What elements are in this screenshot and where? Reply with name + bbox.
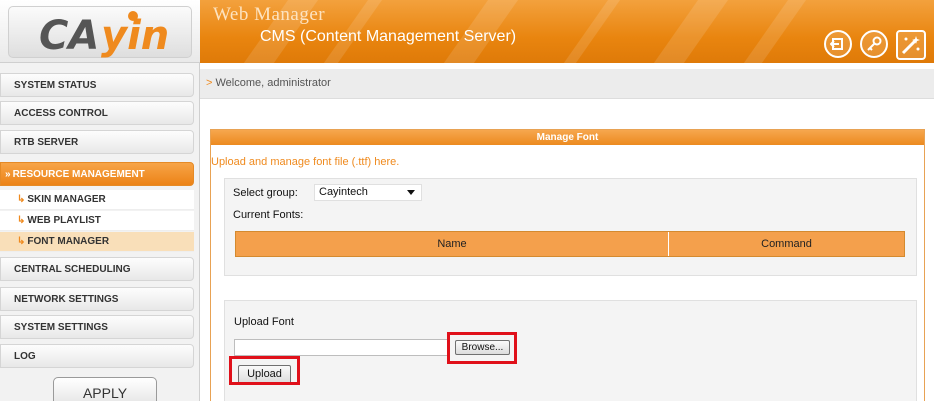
sidebar-subitem-font-manager[interactable]: ↳ FONT MANAGER bbox=[0, 232, 194, 252]
sub-arrow-icon: ↳ bbox=[17, 215, 26, 226]
sidebar-item-central-scheduling[interactable]: CENTRAL SCHEDULING bbox=[0, 257, 194, 281]
column-header-command: Command bbox=[669, 232, 904, 256]
logo-area: CA yin bbox=[0, 0, 200, 63]
cayin-logo: CA yin bbox=[39, 11, 169, 59]
manage-font-panel: Manage Font Upload and manage font file … bbox=[210, 129, 925, 401]
sidebar-item-log[interactable]: LOG bbox=[0, 344, 194, 368]
group-select-value: Cayintech bbox=[319, 186, 368, 198]
sub-arrow-icon: ↳ bbox=[17, 194, 26, 205]
upload-font-label: Upload Font bbox=[234, 316, 294, 328]
sidebar-subitem-skin-manager[interactable]: ↳ SKIN MANAGER bbox=[0, 190, 194, 210]
current-fonts-label: Current Fonts: bbox=[233, 209, 304, 221]
apply-button[interactable]: APPLY bbox=[53, 377, 157, 401]
sidebar-item-system-settings[interactable]: SYSTEM SETTINGS bbox=[0, 315, 194, 339]
sidebar: SYSTEM STATUS ACCESS CONTROL RTB SERVER … bbox=[0, 63, 200, 401]
wizard-icon[interactable] bbox=[896, 30, 926, 60]
upload-font-section: Upload Font Browse... Upload bbox=[224, 300, 917, 401]
select-group-label: Select group: bbox=[233, 187, 298, 199]
sidebar-subitem-web-playlist[interactable]: ↳ WEB PLAYLIST bbox=[0, 211, 194, 231]
header-banner: Web Manager CMS (Content Management Serv… bbox=[200, 0, 934, 63]
fonts-table-header: Name Command bbox=[235, 231, 905, 257]
font-file-input[interactable] bbox=[234, 339, 450, 356]
panel-title: Manage Font bbox=[211, 130, 924, 145]
sidebar-item-network-settings[interactable]: NETWORK SETTINGS bbox=[0, 287, 194, 311]
sub-arrow-icon: ↳ bbox=[17, 236, 26, 247]
sidebar-item-system-status[interactable]: SYSTEM STATUS bbox=[0, 73, 194, 97]
sidebar-item-access-control[interactable]: ACCESS CONTROL bbox=[0, 101, 194, 125]
panel-description: Upload and manage font file (.ttf) here. bbox=[211, 156, 400, 168]
svg-text:CA: CA bbox=[39, 13, 99, 59]
group-select[interactable]: Cayintech bbox=[314, 184, 422, 201]
app-subtitle: CMS (Content Management Server) bbox=[260, 28, 517, 45]
header-icons bbox=[824, 30, 926, 60]
sidebar-item-resource-management[interactable]: » RESOURCE MANAGEMENT bbox=[0, 162, 194, 186]
logout-icon[interactable] bbox=[824, 30, 852, 58]
password-key-icon[interactable] bbox=[860, 30, 888, 58]
breadcrumb-chevron-icon: > bbox=[206, 77, 213, 89]
column-header-name: Name bbox=[236, 232, 669, 256]
active-arrow-icon: » bbox=[5, 169, 11, 180]
chevron-down-icon bbox=[407, 190, 415, 195]
sidebar-item-rtb-server[interactable]: RTB SERVER bbox=[0, 130, 194, 154]
welcome-bar: > Welcome, administrator bbox=[200, 69, 934, 99]
app-title: Web Manager bbox=[213, 4, 326, 25]
font-group-section: Select group: Cayintech Current Fonts: N… bbox=[224, 178, 917, 276]
logo-panel: CA yin bbox=[8, 6, 192, 59]
upload-highlight-box bbox=[229, 356, 300, 385]
browse-highlight-box bbox=[447, 332, 517, 364]
welcome-text: Welcome, administrator bbox=[215, 77, 331, 89]
